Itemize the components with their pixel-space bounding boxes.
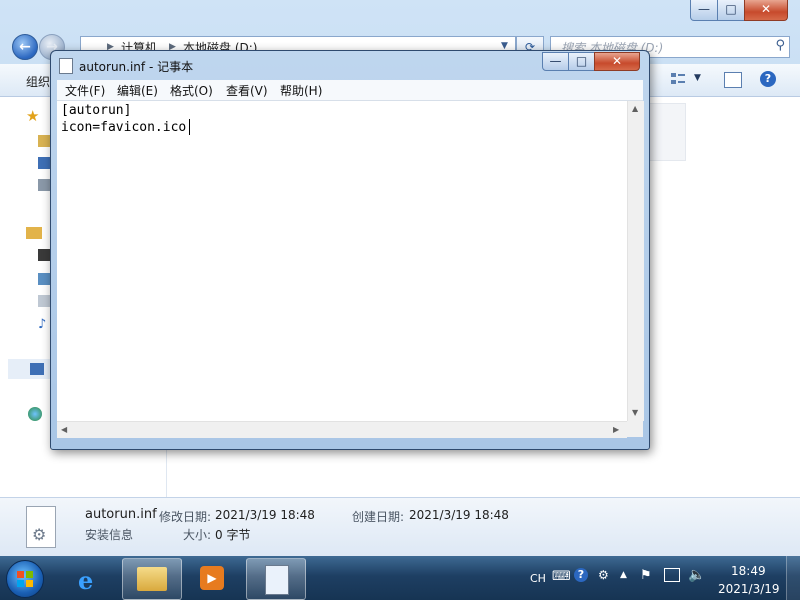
details-pane: ⚙ autorun.inf 修改日期: 2021/3/19 18:48 创建日期… xyxy=(0,497,800,557)
notepad-window: autorun.inf - 记事本 — □ ✕ 文件(F) 编辑(E) 格式(O… xyxy=(50,50,650,450)
details-type: 安装信息 xyxy=(85,528,134,542)
computer-icon xyxy=(30,363,44,375)
menu-view[interactable]: 查看(V) xyxy=(226,82,268,99)
volume-icon[interactable]: 🔈 xyxy=(688,567,705,583)
internet-explorer-icon: e xyxy=(78,566,94,595)
help-icon[interactable]: ? xyxy=(574,568,588,582)
explorer-maximize-button[interactable]: □ xyxy=(717,0,745,21)
music-icon[interactable]: ♪ xyxy=(38,317,46,332)
scroll-up-icon[interactable]: ▲ xyxy=(632,104,638,113)
start-button[interactable] xyxy=(6,560,44,598)
help-icon[interactable]: ? xyxy=(760,71,776,87)
folder-icon xyxy=(137,567,167,591)
taskbar: e ▶ CH ⌨ ? ⚙ ▲ ⚑ 🔈 18:49 2021/3/19 xyxy=(0,556,800,600)
chevron-up-icon[interactable]: ▲ xyxy=(620,570,627,580)
ime-indicator[interactable]: CH xyxy=(530,572,546,585)
menu-format[interactable]: 格式(O) xyxy=(170,82,213,99)
clock-date[interactable]: 2021/3/19 xyxy=(718,582,780,596)
organize-button[interactable]: 组织 xyxy=(26,73,50,90)
back-button[interactable]: ← xyxy=(12,34,38,60)
menu-edit[interactable]: 编辑(E) xyxy=(117,82,158,99)
play-icon: ▶ xyxy=(200,566,224,590)
taskbar-notepad-button[interactable] xyxy=(246,558,306,600)
details-modified-value: 2021/3/19 18:48 xyxy=(215,508,315,522)
details-filename: autorun.inf xyxy=(85,507,157,522)
scroll-right-icon[interactable]: ▶ xyxy=(613,425,619,434)
network-icon[interactable] xyxy=(28,407,42,421)
notepad-icon[interactable] xyxy=(59,58,73,74)
windows-logo-icon xyxy=(17,571,33,587)
taskbar-media-player-button[interactable]: ▶ xyxy=(184,558,242,598)
show-desktop-button[interactable] xyxy=(786,556,800,600)
scroll-left-icon[interactable]: ◀ xyxy=(61,425,67,434)
text-line: [autorun] xyxy=(61,103,132,118)
horizontal-scrollbar[interactable]: ◀ ▶ xyxy=(57,421,627,438)
details-modified-label: 修改日期: xyxy=(159,510,212,524)
scroll-down-icon[interactable]: ▼ xyxy=(632,408,638,417)
details-size-value: 0 字节 xyxy=(215,528,251,542)
network-icon[interactable] xyxy=(664,568,680,582)
keyboard-icon[interactable]: ⌨ xyxy=(552,569,571,584)
taskbar-ie-button[interactable]: e xyxy=(62,558,120,598)
vertical-scrollbar[interactable]: ▲ ▼ xyxy=(627,101,644,421)
file-thumbnail: ⚙ xyxy=(26,506,56,548)
view-options-icon[interactable] xyxy=(670,72,686,86)
notepad-maximize-button[interactable]: □ xyxy=(568,52,595,71)
notepad-icon xyxy=(265,565,289,595)
details-created-label: 创建日期: xyxy=(352,510,405,524)
text-line: icon=favicon.ico xyxy=(61,120,187,135)
favorites-star-icon[interactable]: ★ xyxy=(26,107,39,125)
preview-pane-icon[interactable] xyxy=(724,72,742,88)
taskbar-explorer-button[interactable] xyxy=(122,558,182,600)
details-created-value: 2021/3/19 18:48 xyxy=(409,508,509,522)
details-size-label: 大小: xyxy=(183,528,212,542)
notepad-minimize-button[interactable]: — xyxy=(542,52,569,71)
arrow-left-icon: ← xyxy=(19,39,31,55)
menu-help[interactable]: 帮助(H) xyxy=(280,82,322,99)
settings-icon[interactable]: ⚙ xyxy=(598,568,609,582)
gear-icon: ⚙ xyxy=(32,525,47,544)
explorer-minimize-button[interactable]: — xyxy=(690,0,718,21)
chevron-down-icon[interactable]: ▼ xyxy=(694,73,701,83)
menu-file[interactable]: 文件(F) xyxy=(65,82,105,99)
notepad-title: autorun.inf - 记事本 xyxy=(79,60,194,74)
libraries-icon[interactable] xyxy=(26,227,42,239)
explorer-close-button[interactable]: ✕ xyxy=(744,0,788,21)
notepad-close-button[interactable]: ✕ xyxy=(594,52,640,71)
action-center-flag-icon[interactable]: ⚑ xyxy=(640,568,652,583)
notepad-text-area[interactable]: [autorun] icon=favicon.ico xyxy=(57,101,627,421)
clock-time[interactable]: 18:49 xyxy=(731,564,766,578)
text-caret xyxy=(189,119,190,135)
notepad-menubar: 文件(F) 编辑(E) 格式(O) 查看(V) 帮助(H) xyxy=(57,80,643,101)
search-icon[interactable]: ⚲ xyxy=(775,38,785,53)
resize-grip[interactable] xyxy=(627,421,643,437)
